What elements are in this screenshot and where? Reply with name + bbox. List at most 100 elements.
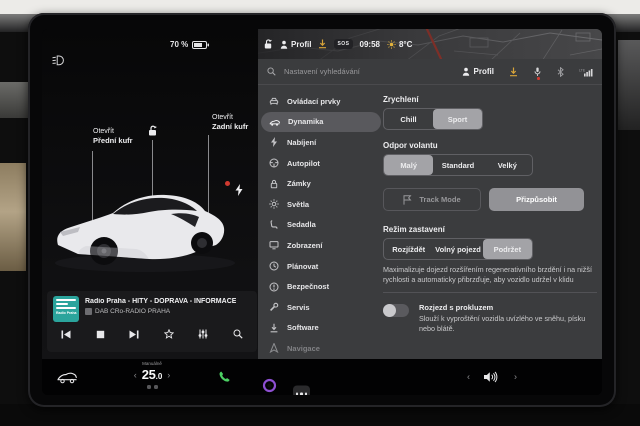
sidebar-item-bezpecnost[interactable]: Bezpečnost (261, 276, 381, 297)
sidebar-item-nabijeni[interactable]: Nabíjení (261, 132, 381, 153)
temperature-value[interactable]: 25.0 (142, 366, 163, 384)
unlock-icon[interactable] (148, 125, 158, 136)
lock-icon (269, 179, 279, 189)
sidebar-item-autopilot[interactable]: Autopilot (261, 153, 381, 174)
media-title: Radio Praha - HITY - DOPRAVA - INFORMACE (85, 298, 236, 305)
music-app-icon[interactable] (261, 377, 602, 394)
divider (383, 292, 597, 293)
track-mode-label: Track Mode (419, 195, 460, 204)
dashboard-bottom (0, 404, 640, 426)
sidebar-label: Bezpečnost (287, 282, 329, 291)
album-art-label: Radio Praha (56, 311, 76, 315)
nav-arrow-icon (269, 343, 279, 353)
dab-source-icon (85, 308, 92, 315)
sidebar-item-software[interactable]: Software (261, 318, 381, 339)
open-front-trunk-button[interactable]: Otevřít Přední kufr (93, 127, 133, 146)
volume-speaker-icon[interactable] (483, 371, 498, 383)
steering-option-maly[interactable]: Malý (384, 155, 433, 175)
settings-sheet: Profil LTE Ovládací prvky (258, 59, 602, 359)
unlocked-icon[interactable] (264, 39, 273, 49)
sidebar-item-ovladaci-prvky[interactable]: Ovládací prvky (261, 91, 381, 112)
media-player[interactable]: Radio Praha Radio Praha - HITY - DOPRAVA… (47, 291, 257, 352)
sidebar-item-zamky[interactable]: Zámky (261, 173, 381, 194)
stop-icon[interactable] (96, 330, 105, 339)
previous-track-icon[interactable] (61, 330, 71, 339)
sidebar-item-zobrazeni[interactable]: Zobrazení (261, 235, 381, 256)
display-icon (269, 240, 279, 250)
acceleration-option-sport[interactable]: Sport (433, 109, 482, 129)
steering-segmented: Malý Standard Velký (383, 154, 533, 176)
acceleration-segmented: Chill Sport (383, 108, 483, 130)
slip-start-label: Rozjezd s prokluzem (419, 303, 597, 312)
car-status-panel: 70 % Otevřít Přední kufr Otevřít Zadní k… (42, 29, 258, 359)
acceleration-option-chill[interactable]: Chill (384, 109, 433, 129)
volume-down-chevron[interactable]: ‹ (467, 373, 470, 382)
steering-label: Odpor volantu (383, 141, 597, 150)
clock-icon (269, 261, 279, 271)
volume-up-chevron[interactable]: › (514, 373, 517, 382)
sidebar-item-sedadla[interactable]: Sedadla (261, 215, 381, 236)
next-track-icon[interactable] (129, 330, 139, 339)
status-profile-label: Profil (291, 40, 311, 49)
sidebar-label: Světla (287, 200, 309, 209)
sidebar-label: Software (287, 323, 319, 332)
stopping-option-podrzet[interactable]: Podržet (483, 239, 532, 259)
software-update-icon[interactable] (509, 67, 518, 77)
charge-port-indicator (225, 181, 230, 186)
favorite-star-icon[interactable] (164, 329, 174, 339)
cellular-signal-icon[interactable]: LTE (579, 67, 593, 77)
update-available-icon[interactable] (318, 39, 327, 49)
slip-start-toggle[interactable] (383, 304, 409, 317)
sidebar-item-servis[interactable]: Servis (261, 297, 381, 318)
equalizer-icon[interactable] (198, 329, 208, 339)
steering-option-standard[interactable]: Standard (433, 155, 482, 175)
temp-decrease-chevron[interactable]: ‹ (134, 371, 137, 380)
sidebar-item-navigace[interactable]: Navigace (261, 338, 381, 359)
alert-icon (269, 282, 279, 292)
track-mode-button[interactable]: Track Mode (383, 188, 481, 211)
sidebar-label: Dynamika (288, 117, 323, 126)
radio-logo-bar (56, 307, 76, 309)
temp-increase-chevron[interactable]: › (167, 371, 170, 380)
album-art[interactable]: Radio Praha (53, 296, 79, 322)
slip-start-row: Rozjezd s prokluzem Slouží k vyproštění … (383, 303, 597, 333)
sidebar-label: Zobrazení (287, 241, 322, 250)
launcher-bar: Manuálně ‹ 25.0 › 1 (42, 359, 602, 395)
phone-app-icon[interactable] (218, 371, 231, 384)
sidebar-item-planovat[interactable]: Plánovat (261, 256, 381, 277)
acceleration-label: Zrychlení (383, 95, 597, 104)
open-rear-trunk-button[interactable]: Otevřít Zadní kufr (212, 113, 248, 132)
screen-content: 70 % Otevřít Přední kufr Otevřít Zadní k… (42, 29, 602, 395)
battery-icon (192, 41, 209, 49)
microphone-icon[interactable] (533, 67, 542, 77)
wrench-icon (269, 302, 279, 312)
charge-bolt-icon[interactable] (235, 184, 243, 196)
stopping-mode-description: Maximalizuje dojezd rozšířením regenerat… (383, 265, 597, 284)
sidebar-item-dynamika[interactable]: Dynamika (261, 112, 381, 133)
more-apps-icon[interactable] (293, 386, 310, 396)
driver-profile-button[interactable]: Profil (280, 40, 311, 49)
steering-wheel-icon (269, 158, 279, 168)
steering-option-velky[interactable]: Velký (483, 155, 532, 175)
car-controls-button[interactable] (56, 371, 78, 384)
stopping-option-rozjizdet[interactable]: Rozjíždět (384, 239, 433, 259)
status-bar: Profil SOS 09:58 8°C (258, 29, 602, 59)
stopping-option-volny-pojezd[interactable]: Volný pojezd (433, 239, 482, 259)
media-search-icon[interactable] (233, 329, 243, 339)
seat-heater-indicators[interactable] (124, 385, 180, 389)
sidebar-item-svetla[interactable]: Světla (261, 194, 381, 215)
battery-status: 70 % (170, 40, 209, 49)
track-mode-customize-button[interactable]: Přizpůsobit (489, 188, 584, 211)
person-icon (462, 67, 470, 76)
open-front-trunk-line1: Otevřít (93, 127, 133, 136)
low-beam-headlight-icon (52, 55, 65, 66)
search-icon (267, 67, 276, 76)
profile-menu-button[interactable]: Profil (462, 67, 494, 76)
toggle-knob (383, 304, 396, 317)
car-front-icon (269, 96, 279, 106)
bluetooth-icon[interactable] (557, 67, 564, 77)
settings-panel: Profil SOS 09:58 8°C Profil (258, 29, 602, 359)
sidebar-label: Navigace (287, 344, 320, 353)
stopping-mode-segmented: Rozjíždět Volný pojezd Podržet (383, 238, 533, 260)
settings-search-input[interactable] (282, 66, 426, 77)
